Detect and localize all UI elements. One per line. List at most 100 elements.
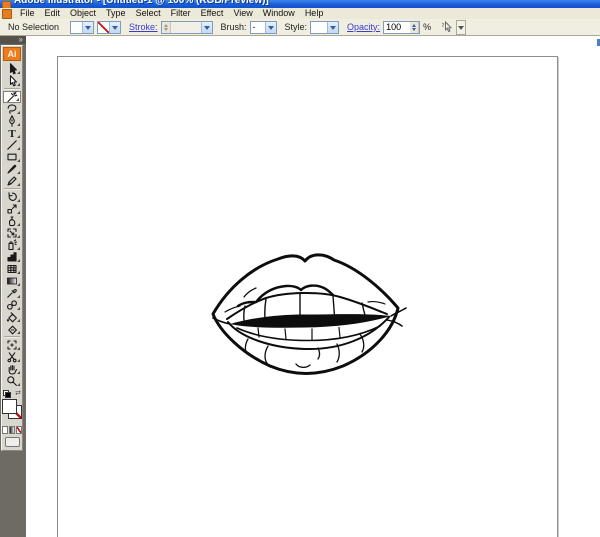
menu-items: FileEditObjectTypeSelectFilterEffectView… xyxy=(15,8,328,19)
tool-paintbrush[interactable] xyxy=(3,163,21,175)
swap-fill-stroke-icon[interactable]: ⇄ xyxy=(15,389,21,397)
tool-mesh[interactable] xyxy=(3,263,21,275)
blend-icon xyxy=(6,299,18,311)
pencil-icon xyxy=(6,175,18,187)
tool-scissors[interactable] xyxy=(3,351,21,363)
hand-icon xyxy=(6,363,18,375)
stroke-dropdown-icon[interactable] xyxy=(109,22,120,33)
menu-bar: FileEditObjectTypeSelectFilterEffectView… xyxy=(0,8,600,19)
document-icon[interactable] xyxy=(2,9,12,19)
tool-pen[interactable] xyxy=(3,115,21,127)
tool-symbol-sprayer[interactable] xyxy=(3,239,21,251)
tool-magic-wand[interactable] xyxy=(3,91,21,103)
app-icon xyxy=(2,1,11,8)
tool-lasso[interactable] xyxy=(3,103,21,115)
tool-column-graph[interactable] xyxy=(3,251,21,263)
fill-stroke-control[interactable]: ⇄ xyxy=(2,390,22,424)
line-segment-icon xyxy=(6,139,18,151)
brush-dropdown-icon[interactable] xyxy=(265,22,276,33)
tool-separator xyxy=(4,88,20,90)
menu-window[interactable]: Window xyxy=(258,8,300,19)
tools-dock: » Ai T ⇄ xyxy=(0,36,26,537)
live-paint-bucket-icon xyxy=(6,311,18,323)
title-bar[interactable]: Adobe Illustrator - [Untitled-1 @ 100% (… xyxy=(0,0,600,8)
fill-indicator-white[interactable] xyxy=(2,399,17,414)
paintbrush-icon xyxy=(6,163,18,175)
tool-line-segment[interactable] xyxy=(3,139,21,151)
tool-separator xyxy=(4,188,20,190)
menu-object[interactable]: Object xyxy=(65,8,101,19)
tool-warp[interactable] xyxy=(3,215,21,227)
stroke-link[interactable]: Stroke: xyxy=(129,22,158,32)
menu-view[interactable]: View xyxy=(228,8,257,19)
menu-filter[interactable]: Filter xyxy=(166,8,196,19)
opacity-input[interactable] xyxy=(384,22,410,33)
dock-collapse-button[interactable]: » xyxy=(0,36,26,44)
style-label: Style: xyxy=(285,22,308,32)
tool-live-paint-bucket[interactable] xyxy=(3,311,21,323)
tool-selection[interactable] xyxy=(3,63,21,75)
symbol-sprayer-icon xyxy=(6,239,18,251)
menu-type[interactable]: Type xyxy=(101,8,131,19)
tool-pencil[interactable] xyxy=(3,175,21,187)
stroke-weight-spinner[interactable] xyxy=(162,22,171,33)
tool-scale[interactable] xyxy=(3,203,21,215)
tool-crop-area[interactable] xyxy=(3,339,21,351)
menu-help[interactable]: Help xyxy=(300,8,329,19)
select-similar-dropdown-icon[interactable] xyxy=(456,20,466,35)
opacity-combo[interactable] xyxy=(383,21,420,34)
tool-rotate[interactable] xyxy=(3,191,21,203)
tool-zoom[interactable] xyxy=(3,375,21,387)
screen-mode-button[interactable] xyxy=(5,437,20,447)
stroke-weight-dropdown-icon[interactable] xyxy=(201,22,212,33)
control-bar: No Selection Stroke: Brush: - Style: Opa… xyxy=(0,19,600,36)
type-icon: T xyxy=(6,127,18,139)
tool-hand[interactable] xyxy=(3,363,21,375)
free-transform-icon xyxy=(6,227,18,239)
menu-select[interactable]: Select xyxy=(131,8,166,19)
tool-type[interactable]: T xyxy=(3,127,21,139)
pen-icon xyxy=(6,115,18,127)
paint-style-buttons xyxy=(2,426,22,434)
tool-rectangle[interactable] xyxy=(3,151,21,163)
brush-label: Brush: xyxy=(221,22,247,32)
fill-dropdown-icon[interactable] xyxy=(82,22,93,33)
tool-direct-selection[interactable] xyxy=(3,75,21,87)
color-button[interactable] xyxy=(2,426,8,434)
opacity-link[interactable]: Opacity: xyxy=(347,22,380,32)
default-fill-stroke-icon[interactable] xyxy=(3,390,10,397)
menu-file[interactable]: File xyxy=(15,8,40,19)
tool-eyedropper[interactable] xyxy=(3,287,21,299)
ai-logo: Ai xyxy=(3,47,21,61)
percent-label: % xyxy=(423,22,431,32)
none-button[interactable] xyxy=(16,426,22,434)
style-combo[interactable] xyxy=(310,21,339,34)
menu-effect[interactable]: Effect xyxy=(196,8,229,19)
brush-combo[interactable]: - xyxy=(250,21,277,34)
column-graph-icon xyxy=(6,251,18,263)
fill-color-combo[interactable] xyxy=(70,21,94,34)
stroke-weight-combo[interactable] xyxy=(161,21,213,34)
tool-list: T xyxy=(2,63,22,387)
stroke-color-combo[interactable] xyxy=(97,21,121,34)
stroke-none-swatch[interactable] xyxy=(98,22,109,33)
select-similar-objects-button[interactable] xyxy=(439,20,455,35)
lips-artwork[interactable] xyxy=(200,240,410,380)
tool-live-paint-selection[interactable] xyxy=(3,323,21,335)
illustrator-window: Adobe Illustrator - [Untitled-1 @ 100% (… xyxy=(0,0,600,537)
style-dropdown-icon[interactable] xyxy=(327,22,338,33)
fill-swatch[interactable] xyxy=(71,22,82,33)
tool-free-transform[interactable] xyxy=(3,227,21,239)
eyedropper-icon xyxy=(6,287,18,299)
tool-blend[interactable] xyxy=(3,299,21,311)
gradient-button[interactable] xyxy=(9,426,15,434)
menu-edit[interactable]: Edit xyxy=(40,8,66,19)
brush-value[interactable]: - xyxy=(251,22,265,32)
mesh-icon xyxy=(6,263,18,275)
tool-gradient[interactable] xyxy=(3,275,21,287)
tools-panel: Ai T ⇄ xyxy=(1,45,23,451)
opacity-spinner[interactable] xyxy=(410,22,419,33)
rectangle-icon xyxy=(6,151,18,163)
canvas-area[interactable] xyxy=(26,36,600,537)
magic-wand-icon xyxy=(6,91,18,103)
